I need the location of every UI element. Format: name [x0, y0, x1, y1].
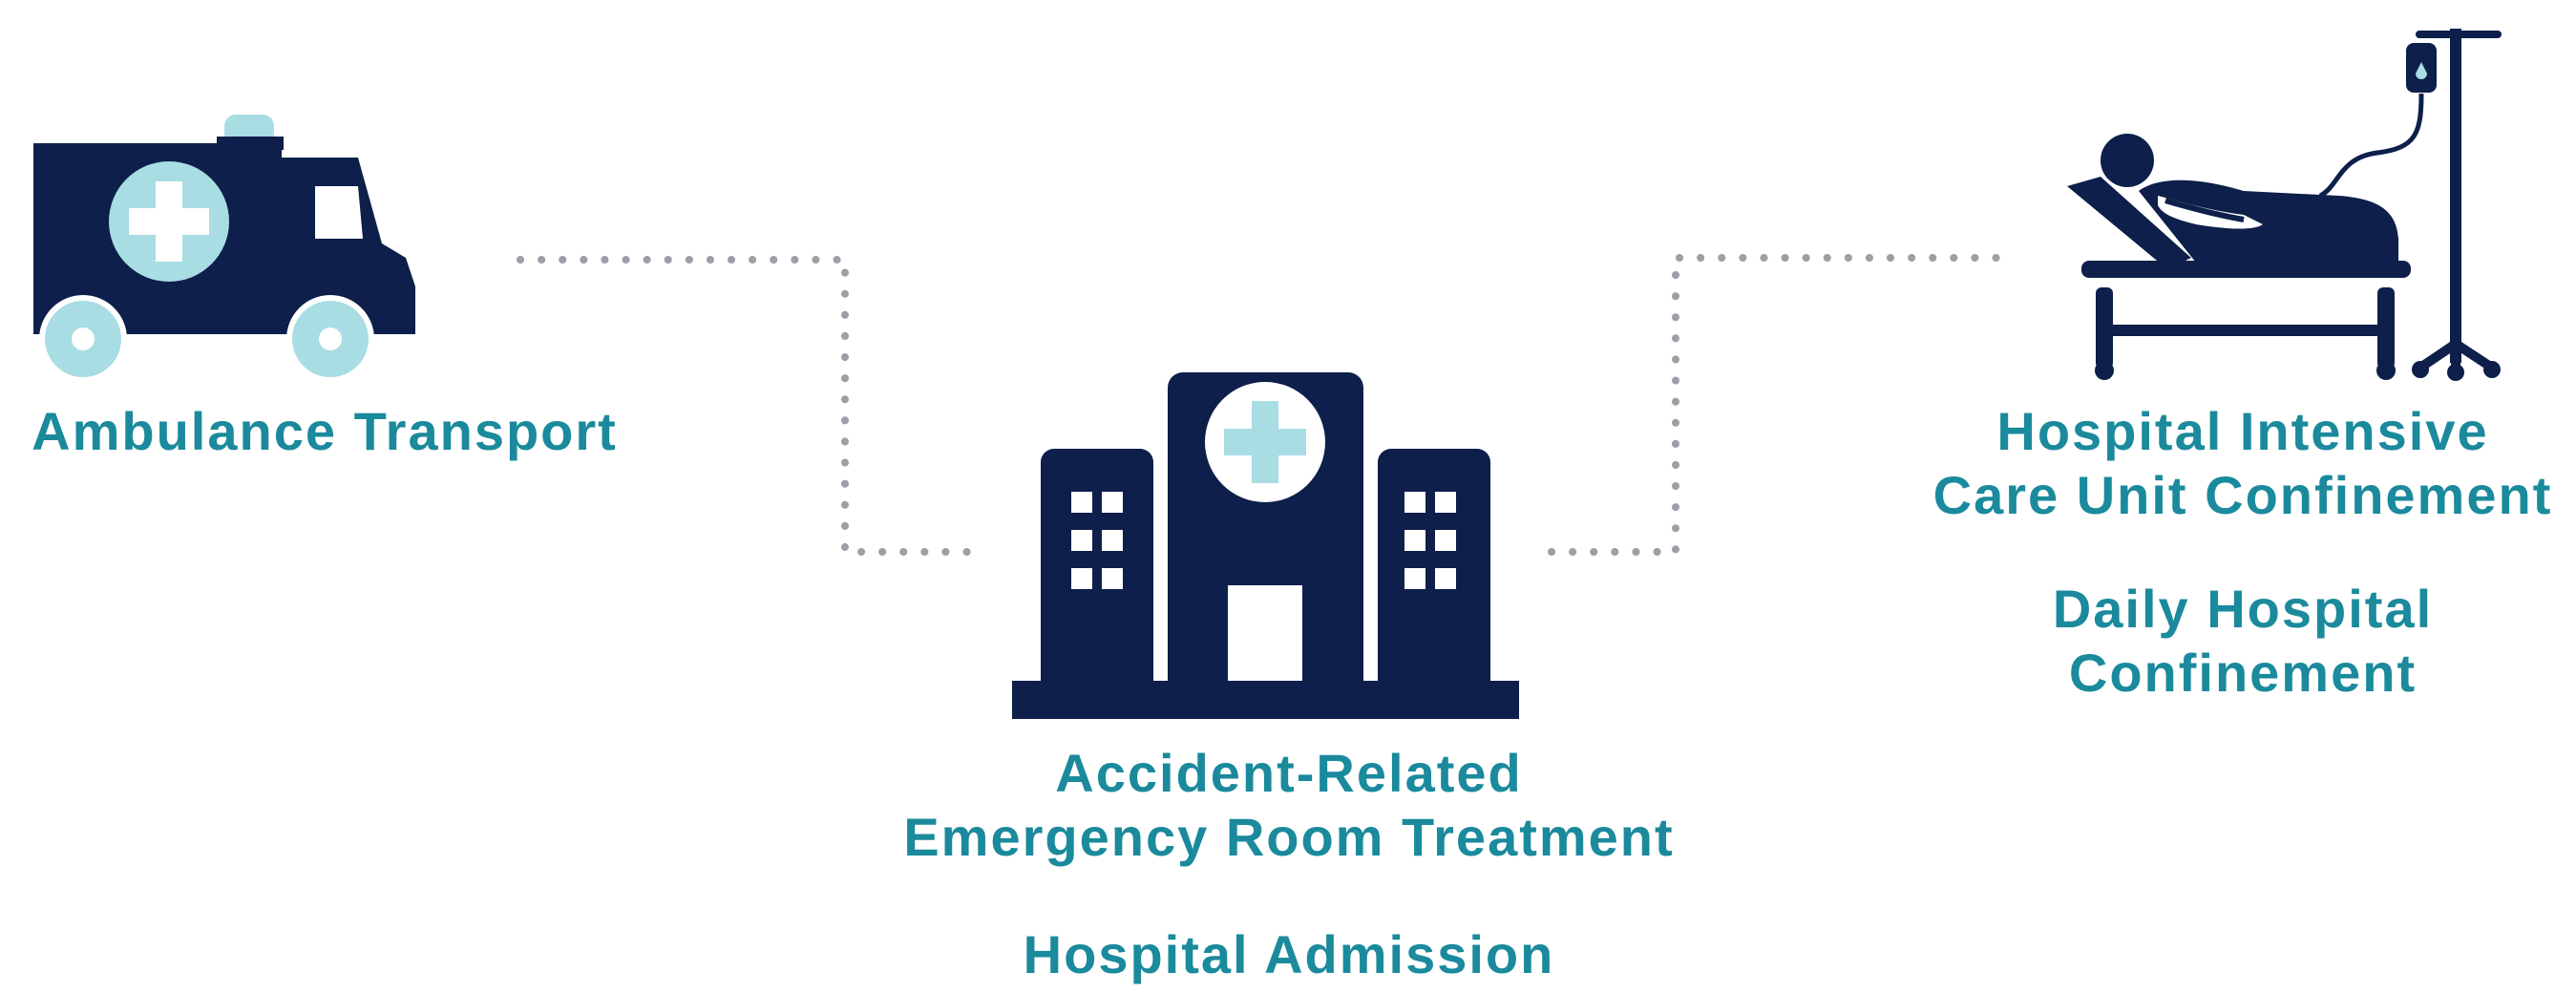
care-journey-diagram: Ambulance Transport Accident-Related Eme… — [0, 0, 2576, 993]
icu-confinement-label: Hospital Intensive Care Unit Confinement — [1932, 401, 2553, 526]
hospital-bed-patient-icon — [2067, 29, 2502, 381]
hospital-admission-label: Hospital Admission — [1023, 924, 1555, 984]
ambulance-icon — [33, 115, 415, 383]
daily-hospital-confinement-label: Daily Hospital Confinement — [2052, 579, 2434, 704]
ambulance-transport-label: Ambulance Transport — [32, 401, 618, 461]
hospital-building-icon — [1012, 372, 1519, 719]
emergency-room-treatment-label: Accident-Related Emergency Room Treatmen… — [903, 743, 1675, 868]
